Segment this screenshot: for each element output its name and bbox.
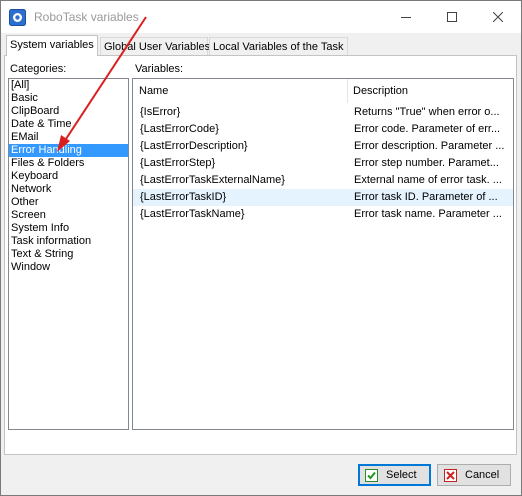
variable-description: Error step number. Paramet...	[354, 157, 499, 169]
category-item-network[interactable]: Network	[9, 183, 128, 196]
column-separator[interactable]	[347, 79, 348, 103]
tab-label: Local Variables of the Task	[213, 41, 344, 53]
cancel-button-label: Cancel	[465, 469, 500, 481]
close-button[interactable]	[475, 1, 521, 33]
robotask-app-icon	[9, 9, 26, 26]
variable-description: Error description. Parameter ...	[354, 140, 505, 152]
tab-local-variables[interactable]: Local Variables of the Task	[209, 37, 348, 55]
variable-description: External name of error task. ...	[354, 174, 502, 186]
close-icon	[493, 12, 503, 22]
category-item-system-info[interactable]: System Info	[9, 222, 128, 235]
category-item-other[interactable]: Other	[9, 196, 128, 209]
select-button-label: Select	[386, 469, 417, 481]
category-item-window[interactable]: Window	[9, 261, 128, 274]
categories-label: Categories:	[10, 63, 67, 75]
variables-header: Name Description	[133, 79, 513, 104]
variable-description: Error task ID. Parameter of ...	[354, 191, 498, 203]
maximize-button[interactable]	[429, 1, 475, 33]
variable-name: {LastErrorStep}	[140, 157, 216, 169]
category-item-clipboard[interactable]: ClipBoard	[9, 105, 128, 118]
variable-row[interactable]: {LastErrorTaskID} Error task ID. Paramete…	[133, 189, 513, 206]
category-item-basic[interactable]: Basic	[9, 92, 128, 105]
maximize-icon	[447, 12, 457, 22]
column-header-description[interactable]: Description	[353, 85, 408, 97]
variables-label: Variables:	[135, 63, 184, 75]
variable-name: {LastErrorTaskName}	[140, 208, 245, 220]
category-item-text-string[interactable]: Text & String	[9, 248, 128, 261]
minimize-icon	[401, 17, 411, 18]
robotask-variables-dialog: RoboTask variables System variables Glob…	[0, 0, 522, 496]
category-item-screen[interactable]: Screen	[9, 209, 128, 222]
variable-row[interactable]: {LastErrorTaskExternalName} External name…	[133, 172, 513, 189]
variable-row[interactable]: {LastErrorTaskName} Error task name. Para…	[133, 206, 513, 223]
variables-list[interactable]: Name Description {IsError} Returns "True"…	[132, 78, 514, 430]
category-item-email[interactable]: EMail	[9, 131, 128, 144]
cancel-x-icon	[444, 468, 457, 482]
variable-row[interactable]: {IsError} Returns "True" when error o...	[133, 104, 513, 121]
category-item-keyboard[interactable]: Keyboard	[9, 170, 128, 183]
window-title: RoboTask variables	[34, 10, 139, 24]
variable-name: {LastErrorDescription}	[140, 140, 248, 152]
category-item-all[interactable]: [All]	[9, 79, 128, 92]
variable-name: {LastErrorCode}	[140, 123, 219, 135]
variable-name: {IsError}	[140, 106, 181, 118]
category-item-date-time[interactable]: Date & Time	[9, 118, 128, 131]
category-item-task-information[interactable]: Task information	[9, 235, 128, 248]
variable-description: Error code. Parameter of err...	[354, 123, 501, 135]
variable-description: Error task name. Parameter ...	[354, 208, 502, 220]
variable-row[interactable]: {LastErrorStep} Error step number. Parame…	[133, 155, 513, 172]
variable-row[interactable]: {LastErrorDescription} Error description.…	[133, 138, 513, 155]
column-header-name[interactable]: Name	[139, 85, 168, 97]
tab-label: System variables	[10, 39, 94, 51]
category-item-error-handling[interactable]: Error Handling	[9, 144, 128, 157]
select-button[interactable]: Select	[358, 464, 431, 486]
categories-list[interactable]: [All] Basic ClipBoard Date & Time EMail …	[8, 78, 129, 430]
checkmark-icon	[365, 468, 378, 482]
variable-row[interactable]: {LastErrorCode} Error code. Parameter of …	[133, 121, 513, 138]
category-item-files-folders[interactable]: Files & Folders	[9, 157, 128, 170]
variable-description: Returns "True" when error o...	[354, 106, 500, 118]
tab-global-user-variables[interactable]: Global User Variables	[100, 37, 211, 55]
cancel-button[interactable]: Cancel	[437, 464, 511, 486]
variable-name: {LastErrorTaskID}	[140, 191, 227, 203]
tab-system-variables[interactable]: System variables	[6, 35, 98, 56]
minimize-button[interactable]	[383, 1, 429, 33]
variable-name: {LastErrorTaskExternalName}	[140, 174, 285, 186]
title-bar: RoboTask variables	[1, 1, 521, 33]
tab-label: Global User Variables	[104, 41, 211, 53]
